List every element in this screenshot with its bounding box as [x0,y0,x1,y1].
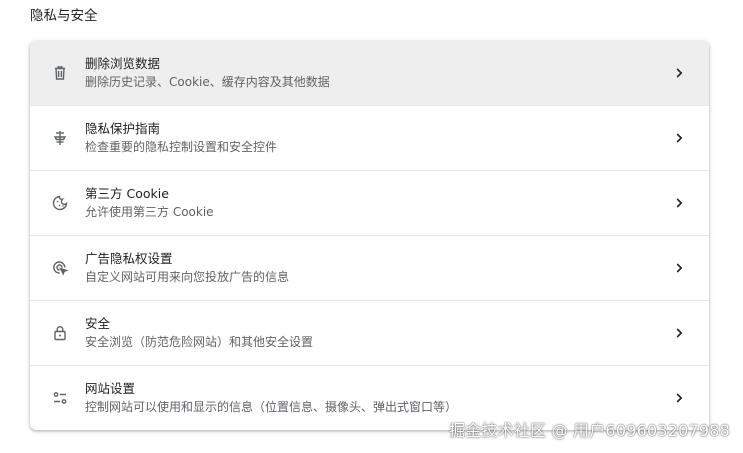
row-ad-privacy[interactable]: 广告隐私权设置 自定义网站可用来向您投放广告的信息 [30,235,709,300]
site-settings-icon [50,388,70,408]
row-description: 检查重要的隐私控制设置和安全控件 [85,140,278,154]
chevron-right-icon [671,65,687,81]
row-title: 删除浏览数据 [85,56,161,71]
row-clear-browsing-data[interactable]: 删除浏览数据 删除历史记录、Cookie、缓存内容及其他数据 [30,41,709,105]
row-third-party-cookies[interactable]: 第三方 Cookie 允许使用第三方 Cookie [30,170,709,235]
watermark: 掘金技术社区 @ 用户609603207988 [449,421,730,440]
chevron-right-icon [671,195,687,211]
privacy-security-page: 隐私与安全 删除浏览数据 删除历史记录、Cookie、缓存内容及其他数据 隐私保… [0,0,743,453]
row-description: 删除历史记录、Cookie、缓存内容及其他数据 [85,75,330,89]
row-privacy-guide[interactable]: 隐私保护指南 检查重要的隐私控制设置和安全控件 [30,105,709,170]
chevron-right-icon [671,325,687,341]
privacy-settings-card: 删除浏览数据 删除历史记录、Cookie、缓存内容及其他数据 隐私保护指南 检查… [30,41,709,430]
row-title: 安全 [85,316,111,331]
row-title: 广告隐私权设置 [85,251,173,266]
row-title: 网站设置 [85,381,136,396]
chevron-right-icon [671,130,687,146]
row-description: 控制网站可以使用和显示的信息（位置信息、摄像头、弹出式窗口等） [85,400,458,414]
chevron-right-icon [671,260,687,276]
row-title: 第三方 Cookie [85,186,169,201]
row-description: 安全浏览（防范危险网站）和其他安全设置 [85,335,314,349]
row-security[interactable]: 安全 安全浏览（防范危险网站）和其他安全设置 [30,300,709,365]
section-title: 隐私与安全 [30,8,98,24]
row-title: 隐私保护指南 [85,121,161,136]
ad-privacy-icon [50,258,70,278]
cookie-icon [50,193,70,213]
privacy-guide-icon [50,128,70,148]
lock-icon [50,323,70,343]
trash-icon [50,63,70,83]
chevron-right-icon [671,390,687,406]
row-description: 自定义网站可用来向您投放广告的信息 [85,270,290,284]
row-description: 允许使用第三方 Cookie [85,205,214,219]
